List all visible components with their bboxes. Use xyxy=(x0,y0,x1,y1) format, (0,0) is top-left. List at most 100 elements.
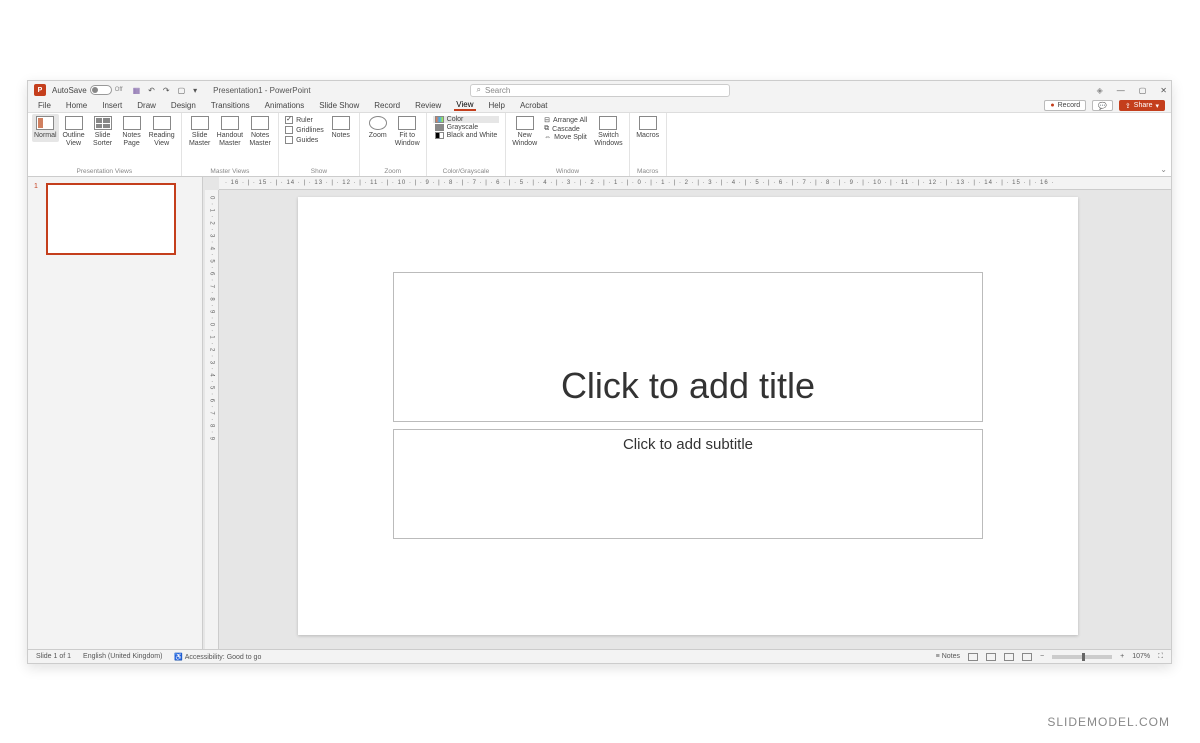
maximize-icon[interactable]: ▢ xyxy=(1139,86,1147,95)
present-icon[interactable]: ▢ xyxy=(178,86,186,95)
tab-draw[interactable]: Draw xyxy=(135,101,158,110)
accessibility-status[interactable]: ♿ Accessibility: Good to go xyxy=(174,653,261,661)
slide-thumbnail-1[interactable] xyxy=(46,183,176,255)
powerpoint-logo-icon: P xyxy=(34,84,46,96)
zoom-icon xyxy=(369,116,387,130)
grayscale-icon xyxy=(435,124,444,131)
tab-home[interactable]: Home xyxy=(64,101,89,110)
record-button[interactable]: ●Record xyxy=(1044,100,1086,111)
search-box[interactable]: ⌕ Search xyxy=(470,84,730,97)
zoom-button[interactable]: Zoom xyxy=(366,116,390,140)
tab-animations[interactable]: Animations xyxy=(263,101,307,110)
fit-to-window-button[interactable]: Fit to Window xyxy=(395,116,420,147)
cascade-button[interactable]: ⧉Cascade xyxy=(542,125,589,133)
autosave-toggle[interactable]: AutoSave Off xyxy=(52,85,123,95)
vertical-ruler[interactable]: 0 · 1 · 2 · 3 · 4 · 5 · 6 · 7 · 8 · 9 · … xyxy=(205,190,219,649)
cascade-icon: ⧉ xyxy=(544,125,549,133)
tab-acrobat[interactable]: Acrobat xyxy=(518,101,550,110)
new-window-button[interactable]: New Window xyxy=(512,116,537,147)
status-bar: Slide 1 of 1 English (United Kingdom) ♿ … xyxy=(28,649,1171,663)
color-icon xyxy=(435,116,444,123)
slide-master-icon xyxy=(191,116,209,130)
zoom-out-icon[interactable]: − xyxy=(1040,653,1044,660)
group-zoom: Zoom Fit to Window Zoom xyxy=(360,113,427,176)
handout-master-icon xyxy=(221,116,239,130)
tab-design[interactable]: Design xyxy=(169,101,198,110)
title-bar: P AutoSave Off ▦ ↶ ↷ ▢ ▾ Presentation1 -… xyxy=(28,81,1171,99)
notes-page-icon xyxy=(123,116,141,130)
handout-master-button[interactable]: Handout Master xyxy=(217,116,243,147)
outline-view-button[interactable]: Outline View xyxy=(62,116,86,147)
tab-record[interactable]: Record xyxy=(372,101,402,110)
macros-button[interactable]: Macros xyxy=(636,116,660,140)
document-title: Presentation1 - PowerPoint xyxy=(213,86,310,95)
arrange-all-button[interactable]: ⊟Arrange All xyxy=(542,116,589,124)
notes-master-button[interactable]: Notes Master xyxy=(248,116,272,147)
language-status[interactable]: English (United Kingdom) xyxy=(83,653,162,660)
watermark: SLIDEMODEL.COM xyxy=(1047,715,1170,729)
slide-count[interactable]: Slide 1 of 1 xyxy=(36,653,71,660)
reading-view-icon[interactable] xyxy=(1004,653,1014,661)
black-white-button[interactable]: Black and White xyxy=(433,132,500,139)
notes-toggle[interactable]: ≡ Notes xyxy=(936,653,960,660)
slide-canvas[interactable]: Click to add title Click to add subtitle xyxy=(298,197,1078,635)
reading-view-button[interactable]: Reading View xyxy=(149,116,175,147)
group-label: Zoom xyxy=(384,168,401,175)
move-split-button[interactable]: ⇔Move Split xyxy=(542,134,589,141)
group-label: Show xyxy=(311,168,327,175)
slideshow-view-icon[interactable] xyxy=(1022,653,1032,661)
color-button[interactable]: Color xyxy=(433,116,500,123)
toggle-icon[interactable] xyxy=(90,85,112,95)
notes-master-icon xyxy=(251,116,269,130)
slide-thumbnail-pane[interactable]: 1 xyxy=(28,177,203,649)
zoom-slider[interactable] xyxy=(1052,655,1112,659)
customize-qat-icon[interactable]: ▾ xyxy=(193,86,197,95)
ruler-checkbox[interactable]: Ruler xyxy=(285,116,324,124)
tab-slideshow[interactable]: Slide Show xyxy=(317,101,361,110)
tab-help[interactable]: Help xyxy=(487,101,507,110)
autosave-label: AutoSave xyxy=(52,86,87,95)
notes-page-button[interactable]: Notes Page xyxy=(120,116,144,147)
group-master-views: Slide Master Handout Master Notes Master… xyxy=(182,113,279,176)
search-icon: ⌕ xyxy=(477,85,481,95)
tab-transitions[interactable]: Transitions xyxy=(209,101,252,110)
title-placeholder[interactable]: Click to add title xyxy=(393,272,983,422)
collapse-ribbon-icon[interactable]: ⌄ xyxy=(1160,165,1167,174)
save-icon[interactable]: ▦ xyxy=(133,86,141,95)
group-presentation-views: Normal Outline View Slide Sorter Notes P… xyxy=(28,113,182,176)
minimize-icon[interactable]: — xyxy=(1117,86,1125,95)
quick-access-toolbar: ▦ ↶ ↷ ▢ ▾ xyxy=(133,86,198,95)
normal-view-button[interactable]: Normal xyxy=(32,114,59,142)
slide-master-button[interactable]: Slide Master xyxy=(188,116,212,147)
search-placeholder: Search xyxy=(485,86,510,95)
group-label: Master Views xyxy=(210,168,249,175)
subtitle-placeholder[interactable]: Click to add subtitle xyxy=(393,429,983,539)
normal-icon xyxy=(36,116,54,130)
tab-file[interactable]: File xyxy=(36,101,53,110)
thumb-number: 1 xyxy=(34,183,38,190)
window-controls: ◈ — ▢ ✕ xyxy=(1097,86,1167,95)
grayscale-button[interactable]: Grayscale xyxy=(433,124,500,131)
tab-view[interactable]: View xyxy=(454,100,475,111)
horizontal-ruler[interactable]: · 16 · | · 15 · | · 14 · | · 13 · | · 12… xyxy=(219,177,1171,190)
tab-insert[interactable]: Insert xyxy=(100,101,124,110)
guides-checkbox[interactable]: Guides xyxy=(285,136,324,144)
close-icon[interactable]: ✕ xyxy=(1160,86,1167,95)
group-label: Color/Grayscale xyxy=(443,168,490,175)
share-button[interactable]: ⇪Share▾ xyxy=(1119,100,1165,111)
sorter-view-icon[interactable] xyxy=(986,653,996,661)
gridlines-checkbox[interactable]: Gridlines xyxy=(285,126,324,134)
coming-soon-icon[interactable]: ◈ xyxy=(1097,86,1103,95)
zoom-level[interactable]: 107% xyxy=(1132,653,1150,660)
notes-button[interactable]: Notes xyxy=(329,116,353,140)
normal-view-icon[interactable] xyxy=(968,653,978,661)
switch-windows-button[interactable]: Switch Windows xyxy=(594,116,622,147)
undo-icon[interactable]: ↶ xyxy=(148,86,155,95)
slide-sorter-button[interactable]: Slide Sorter xyxy=(91,116,115,147)
comments-button[interactable]: 💬 xyxy=(1092,100,1113,111)
tab-review[interactable]: Review xyxy=(413,101,443,110)
group-macros: Macros Macros xyxy=(630,113,667,176)
zoom-in-icon[interactable]: + xyxy=(1120,653,1124,660)
redo-icon[interactable]: ↷ xyxy=(163,86,170,95)
fit-slide-icon[interactable]: ⛶ xyxy=(1158,653,1163,661)
